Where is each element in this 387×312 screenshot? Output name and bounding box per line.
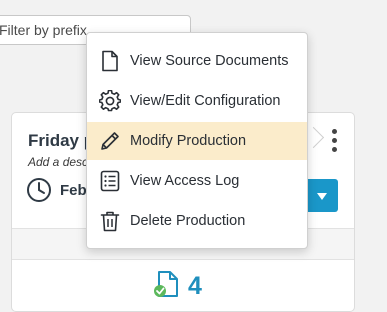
document-count-value: 4 <box>188 272 202 300</box>
document-count[interactable]: 4 <box>152 269 202 304</box>
menu-item-delete-production[interactable]: Delete Production <box>87 202 307 240</box>
trash-icon <box>99 210 121 232</box>
menu-item-modify-production[interactable]: Modify Production <box>87 122 307 160</box>
dropdown-toggle-button[interactable] <box>306 179 338 212</box>
gear-icon <box>98 89 122 112</box>
menu-item-label: View Access Log <box>130 173 240 189</box>
production-date: Feb <box>26 177 87 203</box>
menu-item-view-edit-configuration[interactable]: View/Edit Configuration <box>87 82 307 120</box>
caret-down-icon <box>317 193 327 200</box>
production-context-menu: View Source Documents View/Edit Configur… <box>86 32 308 249</box>
clock-icon <box>26 177 52 203</box>
pencil-icon <box>99 130 121 152</box>
date-text: Feb <box>60 181 87 199</box>
menu-item-label: View Source Documents <box>130 53 289 69</box>
more-options-icon[interactable] <box>330 129 340 153</box>
production-description[interactable]: Add a desc <box>28 155 88 169</box>
menu-item-view-access-log[interactable]: View Access Log <box>87 162 307 200</box>
document-icon <box>99 50 121 72</box>
menu-item-view-source-documents[interactable]: View Source Documents <box>87 42 307 80</box>
document-check-icon <box>152 269 182 304</box>
list-icon <box>99 170 121 192</box>
production-title: Friday p <box>28 131 95 150</box>
menu-item-label: Delete Production <box>130 213 246 229</box>
menu-item-label: View/Edit Configuration <box>130 93 281 109</box>
menu-item-label: Modify Production <box>130 133 247 149</box>
